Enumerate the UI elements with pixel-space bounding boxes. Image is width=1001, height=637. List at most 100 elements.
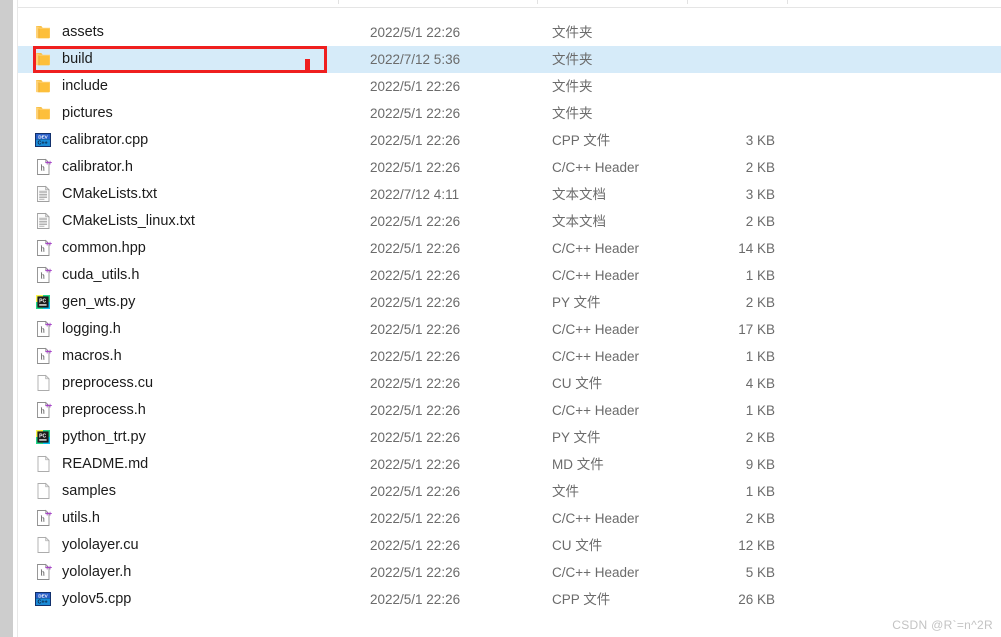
watermark-text: CSDN @R`=n^2R: [892, 618, 993, 632]
table-row[interactable]: PC gen_wts.py 2022/5/1 22:26 PY 文件 2 KB: [18, 289, 1001, 316]
file-date-cell: 2022/5/1 22:26: [370, 430, 461, 445]
file-type-cell: CPP 文件: [552, 592, 611, 607]
table-row[interactable]: include 2022/5/1 22:26 文件夹: [18, 73, 1001, 100]
file-size-cell: 12 KB: [738, 538, 775, 553]
header-file-icon: h + +: [33, 346, 53, 366]
file-type-cell: C/C++ Header: [552, 241, 640, 256]
file-name-cell[interactable]: h + + utils.h: [33, 505, 100, 532]
file-name-label: calibrator.h: [62, 159, 133, 175]
file-size-cell: 2 KB: [745, 160, 775, 175]
file-name-cell[interactable]: CMakeLists_linux.txt: [33, 208, 195, 235]
file-name-cell[interactable]: samples: [33, 478, 116, 505]
table-row[interactable]: h + + utils.h 2022/5/1 22:26 C/C++ Header 2 KB: [18, 505, 1001, 532]
file-type-cell: PY 文件: [552, 295, 601, 310]
file-name-cell[interactable]: CMakeLists.txt: [33, 181, 157, 208]
file-type-cell: C/C++ Header: [552, 268, 640, 283]
file-name-cell[interactable]: build: [33, 46, 93, 73]
table-row[interactable]: samples 2022/5/1 22:26 文件 1 KB: [18, 478, 1001, 505]
table-row[interactable]: h + + common.hpp 2022/5/1 22:26 C/C++ Header 1…: [18, 235, 1001, 262]
file-name-cell[interactable]: DEV C++ yolov5.cpp: [33, 586, 131, 613]
file-date-cell: 2022/5/1 22:26: [370, 133, 461, 148]
file-date-cell: 2022/5/1 22:26: [370, 349, 461, 364]
devcpp-file-icon: DEV C++: [33, 589, 53, 609]
file-name-cell[interactable]: DEV C++ calibrator.cpp: [33, 127, 148, 154]
table-row[interactable]: CMakeLists_linux.txt 2022/5/1 22:26 文本文档 2 …: [18, 208, 1001, 235]
file-name-cell[interactable]: h + + preprocess.h: [33, 397, 146, 424]
table-row[interactable]: CMakeLists.txt 2022/7/12 4:11 文本文档 3 KB: [18, 181, 1001, 208]
file-type-cell: C/C++ Header: [552, 403, 640, 418]
table-row[interactable]: PC python_trt.py 2022/5/1 22:26 PY 文件 2 KB: [18, 424, 1001, 451]
file-name-label: CMakeLists.txt: [62, 186, 158, 202]
file-date-cell: 2022/5/1 22:26: [370, 403, 461, 418]
file-size-cell: 1 KB: [745, 484, 775, 499]
table-row[interactable]: DEV C++ calibrator.cpp 2022/5/1 22:26 CPP 文件…: [18, 127, 1001, 154]
header-file-icon: h + +: [33, 238, 53, 258]
text-file-icon: [33, 211, 53, 231]
table-row[interactable]: README.md 2022/5/1 22:26 MD 文件 9 KB: [18, 451, 1001, 478]
header-file-icon: h + +: [33, 508, 53, 528]
column-header-2[interactable]: 修改日期: [370, 0, 418, 2]
file-name-cell[interactable]: preprocess.cu: [33, 370, 153, 397]
file-list[interactable]: 名称 修改日期 类型 大小 assets 2022/5/1 22:26 文件夹 build 2…: [18, 0, 1001, 637]
file-name-cell[interactable]: h + + common.hpp: [33, 235, 146, 262]
file-name-cell[interactable]: PC python_trt.py: [33, 424, 146, 451]
table-row[interactable]: DEV C++ yolov5.cpp 2022/5/1 22:26 CPP 文件 26 K…: [18, 586, 1001, 613]
file-size-cell: 2 KB: [745, 511, 775, 526]
file-type-cell: CU 文件: [552, 538, 603, 553]
file-name-cell[interactable]: pictures: [33, 100, 113, 127]
header-file-icon: h + +: [33, 157, 53, 177]
file-type-cell: 文件: [552, 484, 579, 499]
column-header-1[interactable]: 名称: [33, 0, 57, 2]
file-name-cell[interactable]: h + + logging.h: [33, 316, 121, 343]
file-type-cell: C/C++ Header: [552, 565, 640, 580]
file-size-cell: 9 KB: [745, 457, 775, 472]
file-type-cell: C/C++ Header: [552, 511, 640, 526]
column-header-row[interactable]: 名称 修改日期 类型 大小: [18, 0, 1001, 8]
file-name-label: logging.h: [62, 321, 121, 337]
file-name-cell[interactable]: h + + cuda_utils.h: [33, 262, 139, 289]
svg-text:DEV: DEV: [38, 593, 48, 598]
file-date-cell: 2022/5/1 22:26: [370, 538, 461, 553]
table-row[interactable]: h + + logging.h 2022/5/1 22:26 C/C++ Header 17…: [18, 316, 1001, 343]
file-size-cell: [635, 19, 775, 46]
table-row[interactable]: h + + calibrator.h 2022/5/1 22:26 C/C++ Heade…: [18, 154, 1001, 181]
file-name-cell[interactable]: h + + macros.h: [33, 343, 122, 370]
header-file-icon: h + +: [33, 400, 53, 420]
file-date-cell: 2022/5/1 22:26: [370, 79, 461, 94]
column-header-3[interactable]: 类型: [552, 0, 576, 2]
table-row[interactable]: h + + cuda_utils.h 2022/5/1 22:26 C/C++ Heade…: [18, 262, 1001, 289]
file-name-label: yololayer.cu: [62, 537, 139, 553]
column-header-4[interactable]: 大小: [693, 0, 717, 2]
file-date-cell: 2022/5/1 22:26: [370, 322, 461, 337]
file-type-cell: 文本文档: [552, 214, 606, 229]
file-name-cell[interactable]: h + + yololayer.h: [33, 559, 131, 586]
column-resize-handle-2[interactable]: [537, 0, 538, 4]
file-name-cell[interactable]: include: [33, 73, 108, 100]
svg-text:C++: C++: [37, 140, 47, 146]
file-date-cell: 2022/5/1 22:26: [370, 106, 461, 121]
file-name-cell[interactable]: h + + calibrator.h: [33, 154, 133, 181]
file-date-cell: 2022/5/1 22:26: [370, 457, 461, 472]
header-file-icon: h + +: [33, 319, 53, 339]
table-row[interactable]: h + + preprocess.h 2022/5/1 22:26 C/C++ Heade…: [18, 397, 1001, 424]
file-name-cell[interactable]: PC gen_wts.py: [33, 289, 135, 316]
table-row[interactable]: h + + yololayer.h 2022/5/1 22:26 C/C++ Header…: [18, 559, 1001, 586]
column-resize-handle-4[interactable]: [787, 0, 788, 4]
table-row[interactable]: pictures 2022/5/1 22:26 文件夹: [18, 100, 1001, 127]
file-name-cell[interactable]: yololayer.cu: [33, 532, 139, 559]
table-row[interactable]: yololayer.cu 2022/5/1 22:26 CU 文件 12 KB: [18, 532, 1001, 559]
table-row[interactable]: assets 2022/5/1 22:26 文件夹: [18, 19, 1001, 46]
file-type-cell: C/C++ Header: [552, 322, 640, 337]
table-row[interactable]: h + + macros.h 2022/5/1 22:26 C/C++ Header 1 K…: [18, 343, 1001, 370]
column-resize-handle-3[interactable]: [687, 0, 688, 4]
header-file-icon: h + +: [33, 265, 53, 285]
file-date-cell: 2022/5/1 22:26: [370, 295, 461, 310]
table-row[interactable]: build 2022/7/12 5:36 文件夹: [18, 46, 1001, 73]
file-name-cell[interactable]: README.md: [33, 451, 148, 478]
header-file-icon: h + +: [33, 562, 53, 582]
file-size-cell: [635, 100, 775, 127]
column-resize-handle-1[interactable]: [338, 0, 339, 4]
table-row[interactable]: preprocess.cu 2022/5/1 22:26 CU 文件 4 KB: [18, 370, 1001, 397]
file-name-cell[interactable]: assets: [33, 19, 104, 46]
file-date-cell: 2022/5/1 22:26: [370, 484, 461, 499]
